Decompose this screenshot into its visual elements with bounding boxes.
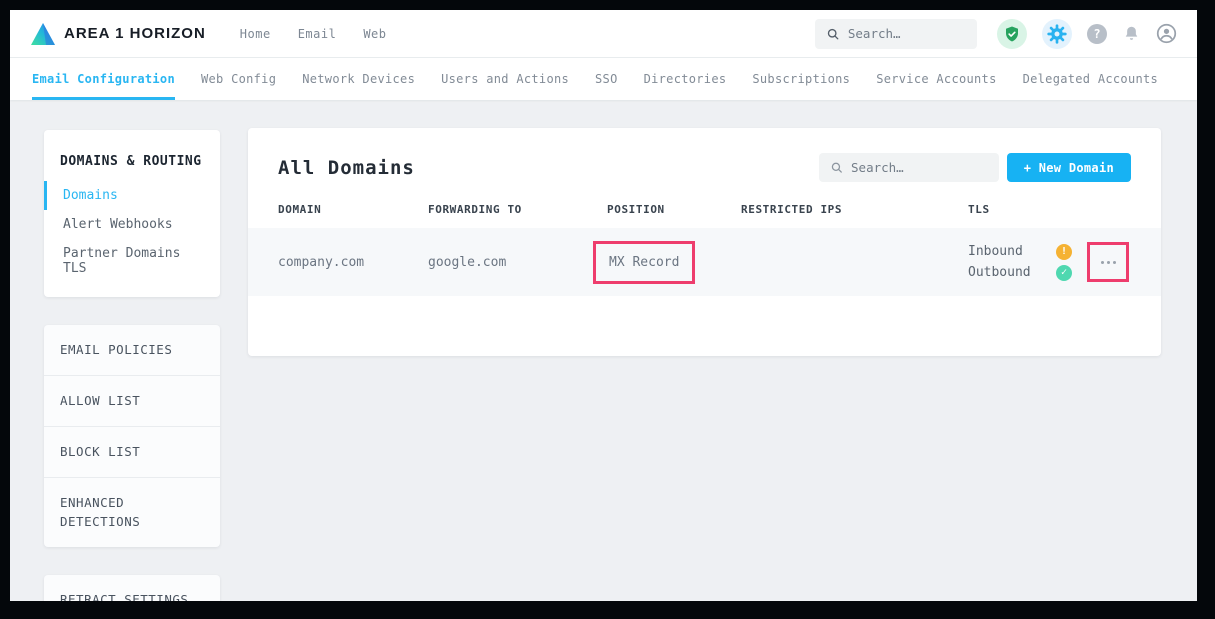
- tab-network-devices[interactable]: Network Devices: [302, 58, 415, 100]
- top-nav-web[interactable]: Web: [363, 27, 386, 41]
- help-icon[interactable]: ?: [1087, 24, 1107, 44]
- settings-gear-icon[interactable]: [1042, 19, 1072, 49]
- tab-directories[interactable]: Directories: [644, 58, 727, 100]
- tab-service-accounts[interactable]: Service Accounts: [876, 58, 996, 100]
- new-domain-button[interactable]: + New Domain: [1007, 153, 1131, 182]
- domains-search[interactable]: [819, 153, 999, 182]
- retract-settings-card: RETRACT SETTINGS: [44, 575, 220, 601]
- search-icon: [827, 27, 839, 41]
- top-nav-home[interactable]: Home: [240, 27, 271, 41]
- col-header-restricted-ips: RESTRICTED IPS: [741, 203, 968, 216]
- sidebar-item-domains[interactable]: Domains: [44, 181, 220, 210]
- sidebar-item-enhanced-detections[interactable]: ENHANCED DETECTIONS: [44, 477, 220, 546]
- col-header-domain: DOMAIN: [278, 203, 428, 216]
- domains-routing-card: DOMAINS & ROUTING Domains Alert Webhooks…: [44, 130, 220, 297]
- all-domains-panel: All Domains + New Domain DOMAIN FORWARDI…: [248, 128, 1161, 356]
- top-bar: AREA 1 HORIZON Home Email Web: [10, 10, 1197, 58]
- page-title: All Domains: [278, 157, 415, 179]
- tls-inbound-warning-icon: !: [1056, 244, 1072, 260]
- account-avatar-icon[interactable]: [1156, 23, 1177, 44]
- col-header-tls: TLS: [968, 203, 1087, 216]
- ellipsis-menu-icon: [1101, 261, 1104, 264]
- logo[interactable]: AREA 1 HORIZON: [30, 22, 206, 46]
- col-header-position: POSITION: [607, 203, 741, 216]
- sidebar: DOMAINS & ROUTING Domains Alert Webhooks…: [44, 130, 220, 601]
- tab-users-and-actions[interactable]: Users and Actions: [441, 58, 569, 100]
- col-header-forwarding-to: FORWARDING TO: [428, 203, 607, 216]
- sidebar-item-block-list[interactable]: BLOCK LIST: [44, 426, 220, 477]
- topbar-icons: ?: [997, 19, 1177, 49]
- logo-triangle-icon: [30, 22, 56, 46]
- panel-header: All Domains + New Domain: [248, 128, 1161, 203]
- policies-card: EMAIL POLICIES ALLOW LIST BLOCK LIST ENH…: [44, 325, 220, 547]
- config-tabs: Email Configuration Web Config Network D…: [10, 58, 1197, 100]
- search-icon: [831, 161, 842, 174]
- app-window: AREA 1 HORIZON Home Email Web: [10, 10, 1197, 601]
- tab-subscriptions[interactable]: Subscriptions: [752, 58, 850, 100]
- cell-domain: company.com: [278, 255, 428, 270]
- tls-outbound-label: Outbound: [968, 265, 1056, 280]
- cell-position: MX Record: [607, 241, 741, 284]
- annotation-box-position: MX Record: [593, 241, 695, 284]
- tls-outbound-check-icon: ✓: [1056, 265, 1072, 281]
- table-header-row: DOMAIN FORWARDING TO POSITION RESTRICTED…: [248, 203, 1161, 228]
- sidebar-item-alert-webhooks[interactable]: Alert Webhooks: [44, 210, 220, 239]
- security-shield-icon[interactable]: [997, 19, 1027, 49]
- tab-sso[interactable]: SSO: [595, 58, 618, 100]
- sidebar-item-retract-settings[interactable]: RETRACT SETTINGS: [44, 575, 220, 601]
- cell-tls: Inbound ! Outbound ✓: [968, 244, 1087, 281]
- top-nav: Home Email Web: [240, 27, 387, 41]
- cell-forwarding-to: google.com: [428, 255, 607, 270]
- sidebar-item-allow-list[interactable]: ALLOW LIST: [44, 375, 220, 426]
- global-search[interactable]: [815, 19, 977, 49]
- logo-text: AREA 1 HORIZON: [64, 25, 206, 42]
- tab-email-configuration[interactable]: Email Configuration: [32, 58, 175, 100]
- sidebar-item-email-policies[interactable]: EMAIL POLICIES: [44, 325, 220, 375]
- domains-search-input[interactable]: [851, 160, 987, 175]
- sidebar-item-partner-domains-tls[interactable]: Partner Domains TLS: [44, 239, 220, 283]
- notifications-bell-icon[interactable]: [1122, 24, 1141, 43]
- tls-inbound-label: Inbound: [968, 244, 1056, 259]
- table-row[interactable]: company.com google.com MX Record Inbound…: [248, 228, 1161, 296]
- top-nav-email[interactable]: Email: [298, 27, 337, 41]
- global-search-input[interactable]: [848, 26, 965, 41]
- content-area: DOMAINS & ROUTING Domains Alert Webhooks…: [10, 100, 1197, 601]
- tab-delegated-accounts[interactable]: Delegated Accounts: [1023, 58, 1158, 100]
- domains-routing-title: DOMAINS & ROUTING: [44, 140, 220, 181]
- row-menu-button[interactable]: [1087, 242, 1129, 282]
- tab-web-config[interactable]: Web Config: [201, 58, 276, 100]
